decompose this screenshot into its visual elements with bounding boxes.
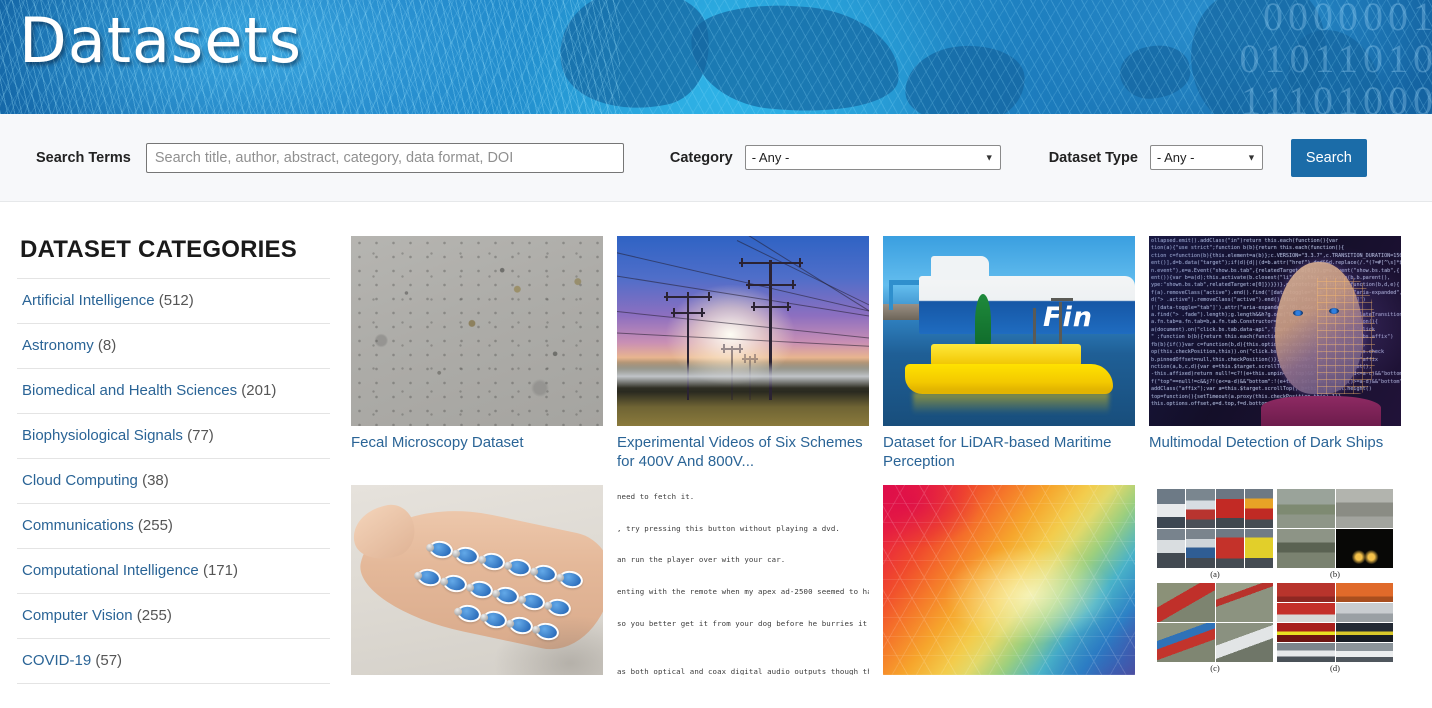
category-count: (77) xyxy=(187,427,214,444)
dataset-card[interactable]: (a) (b) (c) (d) xyxy=(1149,484,1401,684)
truck-image-panels-figure[interactable]: (a) (b) (c) (d) xyxy=(1149,484,1401,675)
dataset-categories-sidebar: DATASET CATEGORIES Artificial Intelligen… xyxy=(0,236,330,684)
category-name: Communications xyxy=(22,517,134,534)
page-title: Datasets xyxy=(19,4,303,77)
category-count: (512) xyxy=(158,292,194,309)
category-name: Biophysiological Signals xyxy=(22,427,183,444)
category-name: Computer Vision xyxy=(22,607,133,624)
dataset-type-select-wrapper: - Any - ▼ xyxy=(1149,145,1263,170)
category-name: COVID-19 xyxy=(22,652,92,669)
dataset-card-title[interactable]: Experimental Videos of Six Schemes for 4… xyxy=(617,434,869,472)
dataset-card[interactable]: Experimental Videos of Six Schemes for 4… xyxy=(617,236,869,473)
category-name: Computational Intelligence xyxy=(22,562,199,579)
category-name: Biomedical and Health Sciences xyxy=(22,382,238,399)
dataset-type-label: Dataset Type xyxy=(1048,149,1138,166)
category-count: (201) xyxy=(241,382,277,399)
dataset-card[interactable]: Fecal Microscopy Dataset xyxy=(351,236,603,473)
sidebar-item-biomedical-and-health-sciences[interactable]: Biomedical and Health Sciences (201) xyxy=(17,369,330,414)
dataset-results-grid: Fecal Microscopy Dataset Experimental Vi… xyxy=(330,236,1432,684)
category-name: Cloud Computing xyxy=(22,472,138,489)
panel-label-b: (b) xyxy=(1330,568,1340,579)
figure-panel-b: (b) xyxy=(1277,488,1393,579)
sidebar-item-covid-19[interactable]: COVID-19 (57) xyxy=(17,639,330,684)
rainbow-triangulated-gradient-mesh-image[interactable] xyxy=(883,484,1135,675)
microscopy-specimen-image[interactable] xyxy=(351,236,603,426)
dataset-card[interactable] xyxy=(883,484,1135,684)
sidebar-item-biophysiological-signals[interactable]: Biophysiological Signals (77) xyxy=(17,414,330,459)
category-count: (38) xyxy=(142,472,169,489)
page-banner: 0000001 01011010 11101000 Datasets xyxy=(0,0,1432,114)
circuit-pattern xyxy=(1317,278,1375,394)
sidebar-item-communications[interactable]: Communications (255) xyxy=(17,504,330,549)
category-label: Category xyxy=(669,149,733,166)
dataset-type-select[interactable]: - Any - xyxy=(1149,145,1263,170)
category-select[interactable]: - Any - xyxy=(744,145,1001,170)
fog-layer xyxy=(617,362,869,388)
dataset-card[interactable]: ollapsed.emit().addClass("in")return thi… xyxy=(1149,236,1401,473)
category-count: (171) xyxy=(202,562,238,579)
search-input[interactable] xyxy=(145,142,624,173)
sidebar-item-computational-intelligence[interactable]: Computational Intelligence (171) xyxy=(17,549,330,594)
plain-text-corpus-screenshot[interactable]: need to fetch it. , try pressing this bu… xyxy=(617,484,869,675)
category-name: Astronomy xyxy=(22,337,94,354)
sidebar-item-artificial-intelligence[interactable]: Artificial Intelligence (512) xyxy=(17,278,330,324)
search-terms-label: Search Terms xyxy=(36,149,131,166)
ai-face-source-code-collage-image[interactable]: ollapsed.emit().addClass("in")return thi… xyxy=(1149,236,1401,426)
dataset-card-title[interactable]: Fecal Microscopy Dataset xyxy=(351,434,603,453)
panel-label-c: (c) xyxy=(1210,662,1220,673)
yellow-autonomous-surface-vessel-harbor-photo[interactable]: Fin xyxy=(883,236,1135,426)
sidebar-heading: DATASET CATEGORIES xyxy=(20,236,297,263)
sidebar-item-cloud-computing[interactable]: Cloud Computing (38) xyxy=(17,459,330,504)
category-name: Artificial Intelligence xyxy=(22,292,155,309)
dataset-card[interactable]: need to fetch it. , try pressing this bu… xyxy=(617,484,869,684)
search-filter-bar: Search Terms Category - Any - ▼ Dataset … xyxy=(0,114,1432,202)
category-count: (8) xyxy=(97,337,117,354)
category-count: (57) xyxy=(95,652,123,669)
forearm-with-blue-emg-electrodes-photo[interactable] xyxy=(351,484,603,675)
power-transmission-towers-sunset-photo[interactable] xyxy=(617,236,869,426)
main-content: DATASET CATEGORIES Artificial Intelligen… xyxy=(0,202,1432,684)
dataset-card-title[interactable]: Dataset for LiDAR-based Maritime Percept… xyxy=(883,434,1135,472)
search-button[interactable]: Search xyxy=(1290,138,1367,177)
panel-label-a: (a) xyxy=(1210,568,1220,579)
dataset-card[interactable] xyxy=(351,484,603,684)
dataset-card-title[interactable]: Multimodal Detection of Dark Ships xyxy=(1149,434,1401,453)
sidebar-item-computer-vision[interactable]: Computer Vision (255) xyxy=(17,594,330,639)
sidebar-item-astronomy[interactable]: Astronomy (8) xyxy=(17,324,330,369)
dataset-card[interactable]: Fin Dataset for LiDAR-based Maritime Per… xyxy=(883,236,1135,473)
category-count: (255) xyxy=(137,517,173,534)
category-select-wrapper: - Any - ▼ xyxy=(744,145,1001,170)
figure-panel-d: (d) xyxy=(1277,582,1393,673)
figure-panel-a: (a) xyxy=(1157,488,1273,579)
category-count: (255) xyxy=(136,607,172,624)
panel-label-d: (d) xyxy=(1330,662,1340,673)
figure-panel-c: (c) xyxy=(1157,582,1273,673)
